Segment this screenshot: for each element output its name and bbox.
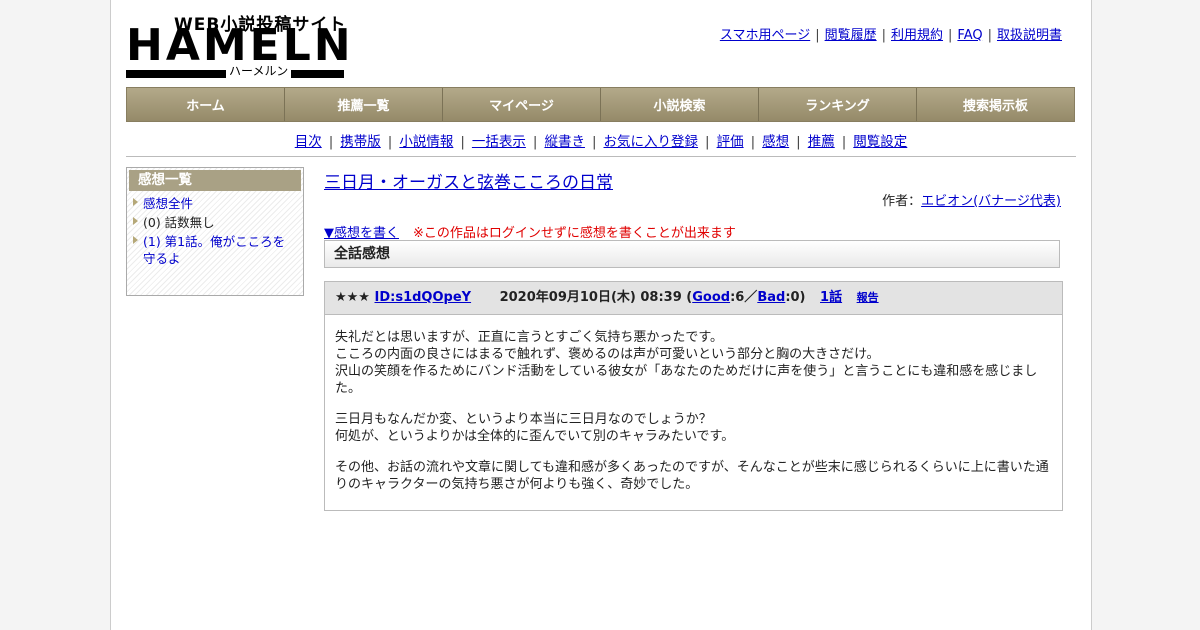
bad-count: :0)	[785, 290, 806, 305]
logo-kana: ハーメルン	[226, 64, 292, 78]
nav-mypage[interactable]: マイページ	[443, 88, 601, 121]
episode-link[interactable]: 1話	[820, 290, 842, 305]
review-paragraph: その他、お話の流れや文章に関しても違和感が多くあったのですが、そんなことが些末に…	[335, 459, 1052, 493]
nav-novel-search[interactable]: 小説検索	[601, 88, 759, 121]
good-vote-link[interactable]: Good	[692, 290, 730, 305]
divider	[126, 156, 1076, 157]
smartphone-page-link[interactable]: スマホ用ページ	[720, 28, 810, 43]
write-review-line: ▼感想を書く ※この作品はログインせずに感想を書くことが出来ます	[324, 222, 736, 241]
sub-nav: 目次 | 携帯版 | 小説情報 | 一括表示 | 縦書き | お気に入り登録 | 評価 | 感想 | 推薦 | 閲覧…	[294, 134, 908, 150]
sidebar-item-label[interactable]: 感想全件	[143, 196, 193, 211]
subnav-all-view[interactable]: 一括表示	[472, 134, 526, 150]
review-paragraph: 失礼だとは思いますが、正直に言うとすごく気持ち悪かったです。 こころの内面の良さ…	[335, 329, 1052, 397]
triangle-bullet-icon	[133, 198, 138, 206]
rating-stars: ★★★	[335, 290, 370, 305]
page-container: WEB小説投稿サイト HAMELN ハーメルン スマホ用ページ | 閲覧履歴 | 利用規…	[110, 0, 1092, 630]
sidebar-list: 感想全件 (0) 話数無し (1) 第1話。俺がこころを守るよ	[127, 193, 303, 267]
main-nav: ホーム 推薦一覧 マイページ 小説検索 ランキング 捜索掲示板	[126, 87, 1075, 122]
subnav-mobile[interactable]: 携帯版	[340, 134, 381, 150]
subnav-reviews[interactable]: 感想	[762, 134, 789, 150]
review-body: 失礼だとは思いますが、正直に言うとすごく気持ち悪かったです。 こころの内面の良さ…	[325, 315, 1062, 493]
sidebar-item-episode-1: (1) 第1話。俺がこころを守るよ	[127, 231, 303, 267]
subnav-view-settings[interactable]: 閲覧設定	[853, 134, 907, 150]
logo-wordmark: HAMELN	[126, 20, 354, 71]
review-line: 沢山の笑顔を作るためにバンド活動をしている彼女が「あなたのためだけに声を使う」と…	[335, 364, 1038, 396]
review-header: ★★★ ID:s1dQOpeY 2020年09月10日(木) 08:39 (Go…	[325, 282, 1062, 315]
bad-vote-link[interactable]: Bad	[757, 290, 785, 305]
nav-ranking[interactable]: ランキング	[759, 88, 917, 121]
sidebar-item-label: (0) 話数無し	[143, 215, 215, 230]
sidebar-item-all: 感想全件	[127, 193, 303, 212]
subnav-toc[interactable]: 目次	[295, 134, 322, 150]
review-line: 何処が、というよりかは全体的に歪んでいて別のキャラみたいです。	[335, 429, 735, 444]
review-line: 失礼だとは思いますが、正直に言うとすごく気持ち悪かったです。	[335, 330, 724, 345]
author-line: 作者：エビオン(バナージ代表)	[882, 190, 1061, 209]
top-links: スマホ用ページ | 閲覧履歴 | 利用規約 | FAQ | 取扱説明書	[719, 28, 1062, 43]
history-link[interactable]: 閲覧履歴	[825, 28, 877, 43]
nav-home[interactable]: ホーム	[127, 88, 285, 121]
faq-link[interactable]: FAQ	[957, 28, 982, 43]
novel-title[interactable]: 三日月・オーガスと弦巻こころの日常	[324, 168, 613, 193]
review-line: こころの内面の良さにはまるで触れず、褒めるのは声が可愛いという部分と胸の大きさだ…	[335, 347, 880, 362]
review-line: その他、お話の流れや文章に関しても違和感が多くあったのですが、そんなことが些末に…	[335, 460, 1049, 492]
nav-search-board[interactable]: 捜索掲示板	[917, 88, 1074, 121]
sidebar-item-label[interactable]: (1) 第1話。俺がこころを守るよ	[143, 234, 285, 266]
nav-recommendations[interactable]: 推薦一覧	[285, 88, 443, 121]
site-logo[interactable]: WEB小説投稿サイト HAMELN ハーメルン	[126, 10, 351, 80]
report-link[interactable]: 報告	[857, 291, 879, 304]
triangle-bullet-icon	[133, 217, 138, 225]
guest-review-note: ※この作品はログインせずに感想を書くことが出来ます	[413, 226, 736, 241]
subnav-rating[interactable]: 評価	[717, 134, 744, 150]
good-count: :6／	[730, 290, 758, 305]
subnav-recommend[interactable]: 推薦	[808, 134, 835, 150]
write-review-link[interactable]: ▼感想を書く	[324, 226, 399, 241]
reviewer-id-link[interactable]: ID:s1dQOpeY	[375, 290, 472, 305]
review-sidebar: 感想一覧 感想全件 (0) 話数無し (1) 第1話。俺がこころを守るよ	[126, 167, 304, 296]
review-datetime: 2020年09月10日(木) 08:39	[499, 290, 682, 305]
triangle-bullet-icon	[133, 236, 138, 244]
subnav-favorite[interactable]: お気に入り登録	[604, 134, 699, 150]
sidebar-item-no-episode: (0) 話数無し	[127, 212, 303, 231]
author-link[interactable]: エビオン(バナージ代表)	[921, 194, 1061, 209]
terms-link[interactable]: 利用規約	[891, 28, 943, 43]
review-card: ★★★ ID:s1dQOpeY 2020年09月10日(木) 08:39 (Go…	[324, 281, 1063, 511]
author-label: 作者：	[882, 194, 922, 209]
review-line: 三日月もなんだか変、というより本当に三日月なのでしょうか？	[335, 412, 712, 427]
section-heading: 全話感想	[324, 240, 1060, 268]
sidebar-title: 感想一覧	[129, 170, 301, 191]
subnav-vertical[interactable]: 縦書き	[544, 134, 585, 150]
manual-link[interactable]: 取扱説明書	[997, 28, 1062, 43]
review-paragraph: 三日月もなんだか変、というより本当に三日月なのでしょうか？ 何処が、というよりか…	[335, 411, 1052, 445]
vote-open-paren: (	[681, 290, 693, 305]
subnav-novel-info[interactable]: 小説情報	[399, 134, 453, 150]
